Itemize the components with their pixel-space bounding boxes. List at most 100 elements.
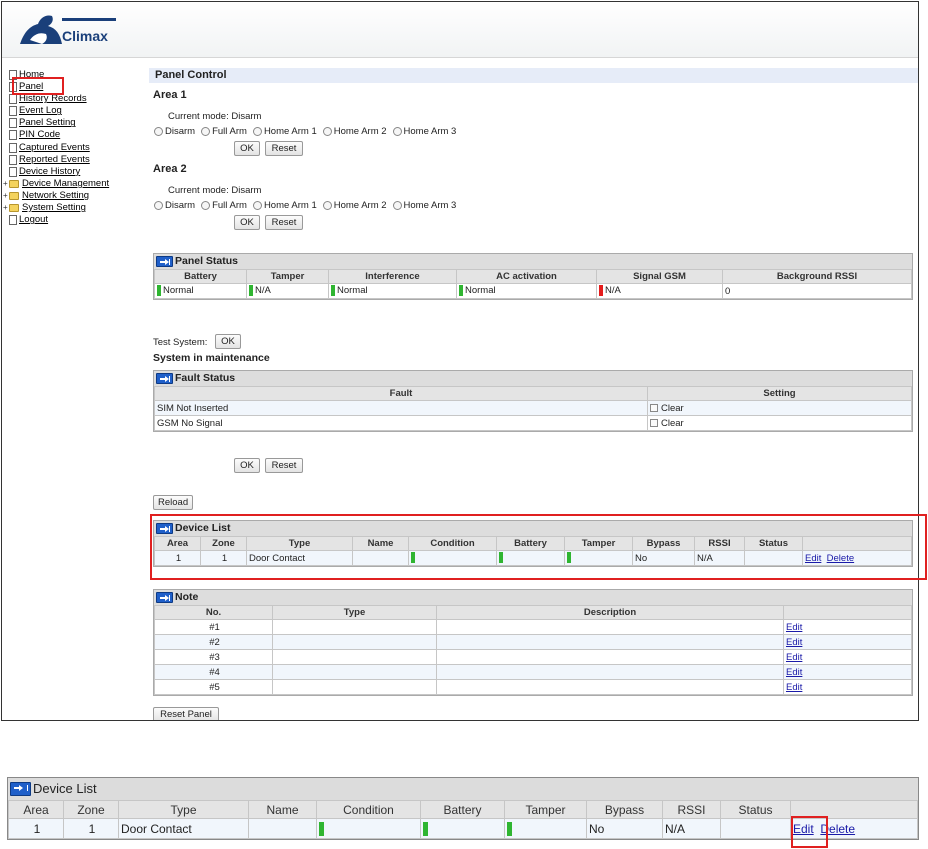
clear-label: Clear [661, 402, 684, 414]
fault-status-box: Fault Status Fault Setting SIM Not Insert… [153, 370, 913, 432]
note-edit-link[interactable]: Edit [786, 622, 802, 633]
status-indicator-icon [459, 285, 463, 297]
status-cell: Normal [328, 283, 457, 299]
panel-status-box: Panel Status Battery Tamper Interference AC… [153, 253, 913, 300]
sidebar-item-logout[interactable]: Logout [6, 214, 136, 226]
status-value: Normal [465, 285, 496, 297]
browser-screenshot: Climax Home Panel History Records Event Log… [1, 1, 919, 721]
sidebar-item-label: Device History [19, 165, 81, 177]
radio-label: Home Arm 3 [403, 200, 457, 211]
edit-link-highlight-box [791, 816, 828, 848]
clear-checkbox[interactable] [650, 418, 658, 427]
status-value: N/A [255, 285, 271, 297]
sidebar-item-label: Captured Events [19, 141, 90, 153]
current-mode-value: Disarm [231, 185, 262, 196]
note-edit-link[interactable]: Edit [786, 652, 802, 663]
mode-radio-home-arm-3[interactable]: Home Arm 3 [392, 200, 457, 211]
note-box: Note No. Type Description #1 Edit #2 Edit #3 Ed… [153, 589, 913, 696]
mode-radio-disarm[interactable]: Disarm [154, 126, 195, 137]
radio-label: Full Arm [212, 200, 247, 211]
fault-status-title: Fault Status [175, 372, 236, 384]
fault-ok-button[interactable]: OK [234, 458, 260, 473]
expand-plus-icon[interactable]: + [3, 179, 8, 187]
status-value: 0 [725, 285, 731, 297]
brand-name: Climax [62, 28, 108, 44]
note-row: #5 Edit [154, 679, 912, 695]
area-2-current-mode: Current mode: Disarm [168, 185, 261, 196]
test-system-ok-button[interactable]: OK [215, 334, 241, 349]
radio-circle-icon [392, 201, 402, 210]
note-actions: Edit [783, 664, 912, 680]
column-header: Fault [154, 386, 648, 401]
radio-circle-icon [154, 127, 163, 136]
sidebar-item-label: PIN Code [19, 129, 61, 141]
sidebar-item-system-setting[interactable]: + System Setting [3, 202, 136, 214]
expand-plus-icon[interactable]: + [3, 204, 8, 212]
page-icon [9, 118, 17, 129]
sidebar-item-event-log[interactable]: Event Log [6, 105, 136, 117]
clear-checkbox[interactable] [650, 403, 658, 412]
page-icon [9, 94, 17, 105]
note-row: #2 Edit [154, 634, 912, 650]
mode-radio-full-arm[interactable]: Full Arm [201, 126, 247, 137]
note-title: Note [175, 591, 199, 603]
area-2-reset-button[interactable]: Reset [265, 215, 303, 230]
reload-button[interactable]: Reload [153, 495, 193, 510]
sidebar-item-panel-setting[interactable]: Panel Setting [6, 117, 136, 129]
column-header: Type [272, 605, 437, 620]
note-description [436, 634, 784, 650]
mode-radio-home-arm-1[interactable]: Home Arm 1 [252, 126, 317, 137]
sidebar-item-label: Event Log [19, 105, 62, 117]
mode-radio-home-arm-2[interactable]: Home Arm 2 [322, 126, 387, 137]
device-area: 1 [8, 818, 64, 839]
note-edit-link[interactable]: Edit [786, 682, 802, 693]
sidebar-item-history-records[interactable]: History Records [6, 93, 136, 105]
radio-label: Home Arm 2 [333, 200, 387, 211]
device-battery [420, 818, 505, 839]
note-type [272, 679, 437, 695]
status-cell: Normal [456, 283, 597, 299]
note-number: #5 [154, 679, 273, 695]
radio-circle-icon [322, 127, 332, 136]
radio-circle-icon [201, 201, 211, 210]
current-mode-value: Disarm [231, 111, 262, 122]
status-indicator-icon [331, 285, 335, 297]
status-cell: 0 [722, 283, 912, 299]
status-indicator-icon [319, 821, 324, 836]
folder-icon [9, 179, 19, 188]
fault-setting: Clear [647, 400, 912, 416]
status-indicator-icon [157, 285, 161, 297]
sidebar-item-label: Logout [19, 214, 49, 226]
note-number: #2 [154, 634, 273, 650]
sidebar-item-network-setting[interactable]: + Network Setting [3, 190, 136, 202]
fault-status-header: Fault Status [154, 371, 912, 386]
fault-name: SIM Not Inserted [154, 400, 648, 416]
radio-label: Disarm [165, 126, 196, 137]
device-zone: 1 [63, 818, 119, 839]
note-row: #1 Edit [154, 619, 912, 635]
arrow-right-icon [156, 256, 173, 267]
mode-radio-disarm[interactable]: Disarm [154, 200, 195, 211]
mode-radio-home-arm-1[interactable]: Home Arm 1 [252, 200, 317, 211]
expand-plus-icon[interactable]: + [3, 191, 8, 199]
sidebar-item-reported-events[interactable]: Reported Events [6, 154, 136, 166]
note-edit-link[interactable]: Edit [786, 637, 802, 648]
folder-icon [9, 204, 19, 213]
sidebar-item-device-history[interactable]: Device History [6, 166, 136, 178]
mode-radio-home-arm-3[interactable]: Home Arm 3 [392, 126, 456, 137]
device-list-zoomed: Device List Area Zone Type Name Condition Bat… [7, 777, 919, 840]
area-1-reset-button[interactable]: Reset [265, 141, 303, 156]
mode-radio-home-arm-2[interactable]: Home Arm 2 [322, 200, 387, 211]
folder-icon [9, 191, 19, 200]
reset-panel-button[interactable]: Reset Panel [153, 707, 219, 720]
device-status [720, 818, 791, 839]
area-2-ok-button[interactable]: OK [234, 215, 260, 230]
sidebar-item-captured-events[interactable]: Captured Events [6, 142, 136, 154]
mode-radio-full-arm[interactable]: Full Arm [201, 200, 247, 211]
fault-reset-button[interactable]: Reset [265, 458, 303, 473]
area-1-ok-button[interactable]: OK [234, 141, 260, 156]
sidebar-item-device-management[interactable]: + Device Management [3, 178, 136, 190]
note-number: #1 [154, 619, 273, 635]
sidebar-item-pin-code[interactable]: PIN Code [6, 129, 136, 141]
note-edit-link[interactable]: Edit [786, 667, 802, 678]
